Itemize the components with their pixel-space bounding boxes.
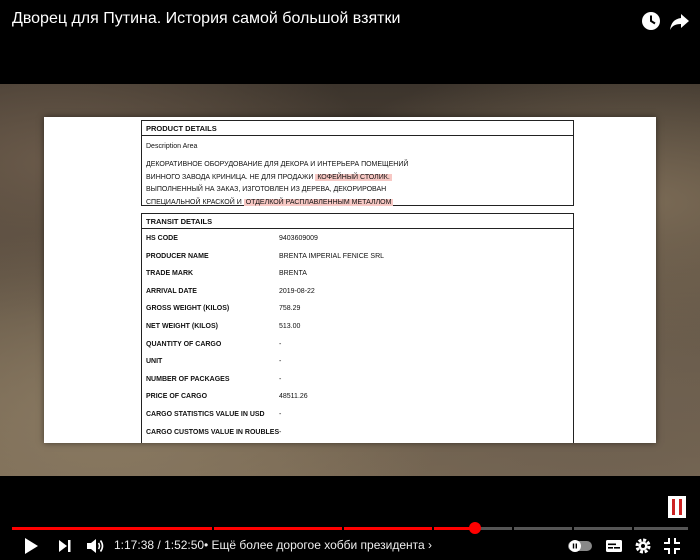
transit-row-label: NET WEIGHT (KILOS) xyxy=(146,323,218,330)
transit-row-value: 48511.26 xyxy=(279,393,308,401)
current-time: 1:17:38 xyxy=(114,538,155,552)
transit-row: CARGO STATISTICS VALUE IN USD - xyxy=(142,408,573,425)
customs-document: PRODUCT DETAILS Description Area ДЕКОРАТ… xyxy=(44,117,656,443)
watch-later-icon[interactable] xyxy=(640,10,662,32)
progress-bar[interactable] xyxy=(12,522,688,534)
transit-row-value: 9403609009 xyxy=(279,235,318,242)
autoplay-toggle-icon[interactable] xyxy=(568,539,592,553)
chapter-marker xyxy=(512,527,514,530)
transit-row-value: BRENTA xyxy=(279,270,307,278)
channel-watermark-icon[interactable] xyxy=(668,496,686,518)
transit-row-label: UNIT xyxy=(146,358,163,366)
product-details-heading: PRODUCT DETAILS xyxy=(142,121,573,136)
chapter-arrow-icon: › xyxy=(428,538,433,552)
transit-row-value: - xyxy=(279,411,282,418)
transit-row: NET WEIGHT (KILOS) 513.00 xyxy=(142,320,573,337)
settings-icon[interactable] xyxy=(633,536,653,556)
transit-row-value: - xyxy=(279,358,282,366)
description-label: Description Area xyxy=(146,143,198,150)
transit-row-value: 513.00 xyxy=(279,323,301,330)
transit-row-value: - xyxy=(279,375,282,383)
title-bar: Дворец для Путина. История самой большой… xyxy=(0,0,700,84)
transit-row-value: - xyxy=(279,428,282,436)
highlight-metal-finish: ОТДЕЛКОЙ РАСПЛАВЛЕННЫМ МЕТАЛЛОМ xyxy=(243,198,394,206)
description-line: СПЕЦИАЛЬНОЙ КРАСКОЙ И ОТДЕЛКОЙ РАСПЛАВЛЕ… xyxy=(146,198,394,206)
transit-row-value: 2019-08-22 xyxy=(279,287,315,295)
transit-details-panel: TRANSIT DETAILS HS CODE 9403609009 PRODUCE… xyxy=(141,213,574,443)
transit-row-label: GROSS WEIGHT (KILOS) xyxy=(146,305,230,313)
exit-fullscreen-icon[interactable] xyxy=(662,536,682,556)
chapter-marker xyxy=(632,527,634,530)
chapter-marker xyxy=(212,527,214,530)
transit-row-value: - xyxy=(279,340,282,348)
transit-row: QUANTITY OF CARGO - xyxy=(142,338,573,355)
transit-row: TRADE MARK BRENTA xyxy=(142,267,573,284)
transit-row-label: HS CODE xyxy=(146,235,178,242)
transit-row-label: TRADE MARK xyxy=(146,270,194,278)
share-icon[interactable] xyxy=(668,10,690,32)
transit-row: GROSS WEIGHT (KILOS) 758.29 xyxy=(142,302,573,319)
chapter-marker xyxy=(432,527,434,530)
transit-row: PRODUCER NAME BRENTA IMPERIAL FENICE SRL xyxy=(142,250,573,267)
progress-played xyxy=(12,527,476,530)
transit-row-value: 758.29 xyxy=(279,305,301,313)
subtitles-icon[interactable] xyxy=(604,536,624,556)
progress-scrubber[interactable] xyxy=(469,522,482,534)
transit-row-value: BRENTA IMPERIAL FENICE SRL xyxy=(279,252,385,260)
description-text: ДЕКОРАТИВНОЕ ОБОРУДОВАНИЕ ДЛЯ ДЕКОРА И И… xyxy=(146,159,408,209)
player-controls: 1:17:38 / 1:52:50 • Ещё более дорогое хо… xyxy=(0,476,700,560)
next-icon[interactable] xyxy=(56,536,74,556)
transit-row-label: ARRIVAL DATE xyxy=(146,287,197,295)
chapter-title[interactable]: • Ещё более дорогое хобби президента › xyxy=(204,538,432,552)
transit-row-label: PRICE OF CARGO xyxy=(146,393,208,401)
description-line: ВЫПОЛНЕННЫЙ НА ЗАКАЗ, ИЗГОТОВЛЕН ИЗ ДЕРЕ… xyxy=(146,186,387,193)
duration: 1:52:50 xyxy=(164,538,205,552)
transit-row-label: CARGO CUSTOMS VALUE IN ROUBLES xyxy=(146,428,280,436)
transit-row: CARGO CUSTOMS VALUE IN ROUBLES - xyxy=(142,426,573,443)
chapter-marker xyxy=(572,527,574,530)
transit-row-label: CARGO STATISTICS VALUE IN USD xyxy=(146,411,265,418)
chapter-name: Ещё более дорогое хобби президента xyxy=(211,538,425,552)
transit-row: PRICE OF CARGO 48511.26 xyxy=(142,390,573,407)
video-title[interactable]: Дворец для Путина. История самой большой… xyxy=(12,10,400,28)
transit-row: UNIT - xyxy=(142,355,573,372)
transit-row-label: NUMBER OF PACKAGES xyxy=(146,375,230,383)
transit-row: ARRIVAL DATE 2019-08-22 xyxy=(142,285,573,302)
description-line: ВИННОГО ЗАВОДА КРИНИЦА. НЕ ДЛЯ ПРОДАЖИ К… xyxy=(146,173,392,181)
product-details-panel: PRODUCT DETAILS Description Area ДЕКОРАТ… xyxy=(141,120,574,206)
transit-row-label: PRODUCER NAME xyxy=(146,252,209,260)
video-frame[interactable]: PRODUCT DETAILS Description Area ДЕКОРАТ… xyxy=(0,84,700,476)
play-icon[interactable] xyxy=(22,536,40,556)
chapter-marker xyxy=(342,527,344,530)
transit-row: HS CODE 9403609009 xyxy=(142,232,573,249)
transit-row: NUMBER OF PACKAGES - xyxy=(142,373,573,390)
transit-row-label: QUANTITY OF CARGO xyxy=(146,340,222,348)
transit-details-heading: TRANSIT DETAILS xyxy=(142,214,573,229)
volume-icon[interactable] xyxy=(85,536,105,556)
time-display: 1:17:38 / 1:52:50 xyxy=(114,538,205,552)
highlight-coffee-table: КОФЕЙНЫЙ СТОЛИК. xyxy=(315,173,392,181)
description-line: ДЕКОРАТИВНОЕ ОБОРУДОВАНИЕ ДЛЯ ДЕКОРА И И… xyxy=(146,161,409,168)
